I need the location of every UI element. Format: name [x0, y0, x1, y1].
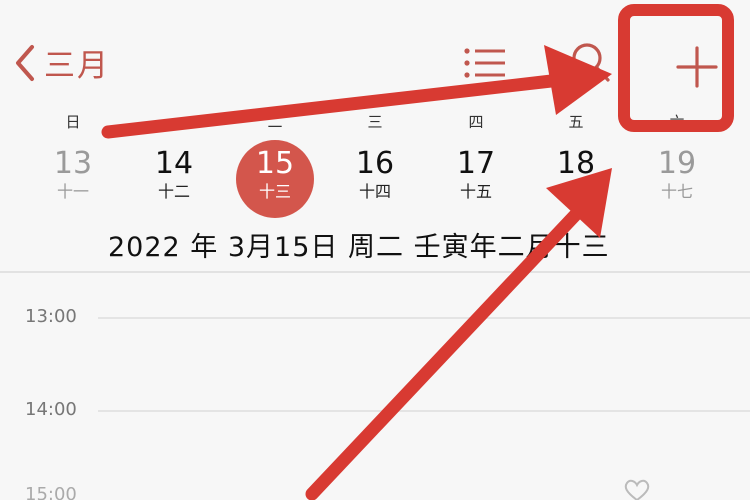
- time-label: 13:00: [25, 306, 77, 327]
- day-number: 18: [556, 146, 596, 181]
- annotation-highlight-box: [618, 4, 734, 132]
- day-number: 14: [154, 146, 194, 181]
- day-number: 13: [53, 146, 93, 181]
- lunar-date: 十一: [56, 182, 89, 201]
- day-cell[interactable]: 19 十七: [637, 146, 717, 216]
- day-cell[interactable]: 18 十六: [536, 146, 616, 216]
- weekday-tue: 二: [267, 113, 283, 131]
- day-number: 17: [456, 146, 496, 181]
- list-view-button[interactable]: [463, 46, 507, 80]
- time-row[interactable]: 14:00: [0, 399, 750, 423]
- lunar-date: 十四: [358, 182, 391, 201]
- lunar-date: 十二: [157, 182, 190, 201]
- hour-gridline: [98, 317, 750, 319]
- heart-icon: [622, 478, 652, 500]
- weekday-fri: 五: [568, 113, 584, 131]
- day-cell[interactable]: 13 十一: [33, 146, 113, 216]
- weekday-thu: 四: [468, 113, 484, 131]
- hour-gridline: [98, 410, 750, 412]
- time-row[interactable]: 13:00: [0, 306, 750, 330]
- day-cell-selected[interactable]: 15 十三: [235, 140, 315, 218]
- day-cell[interactable]: 14 十二: [134, 146, 214, 216]
- day-number: 19: [657, 146, 697, 181]
- month-label: 三月: [44, 48, 110, 84]
- lunar-date: 十五: [459, 182, 492, 201]
- day-number: 16: [355, 146, 395, 181]
- lunar-date: 十三: [258, 182, 291, 201]
- time-label: 14:00: [25, 399, 77, 420]
- day-cell[interactable]: 17 十五: [436, 146, 516, 216]
- weekday-sun: 日: [65, 113, 81, 131]
- header-divider: [0, 271, 750, 273]
- weekday-mon: 一: [166, 113, 182, 131]
- chevron-left-icon: [14, 44, 36, 82]
- day-cell[interactable]: 16 十四: [335, 146, 415, 216]
- back-button[interactable]: 三月: [14, 40, 110, 85]
- weekday-wed: 三: [367, 113, 383, 131]
- time-label-partial: 15:00: [25, 484, 77, 500]
- lunar-date: 十六: [559, 182, 592, 201]
- lunar-date: 十七: [660, 182, 693, 201]
- list-icon: [463, 48, 507, 84]
- selected-date-text: 2022 年 3月15日 周二 壬寅年二月十三: [108, 232, 610, 263]
- day-number: 15: [255, 146, 295, 181]
- search-icon: [568, 43, 612, 88]
- search-button[interactable]: [568, 40, 612, 84]
